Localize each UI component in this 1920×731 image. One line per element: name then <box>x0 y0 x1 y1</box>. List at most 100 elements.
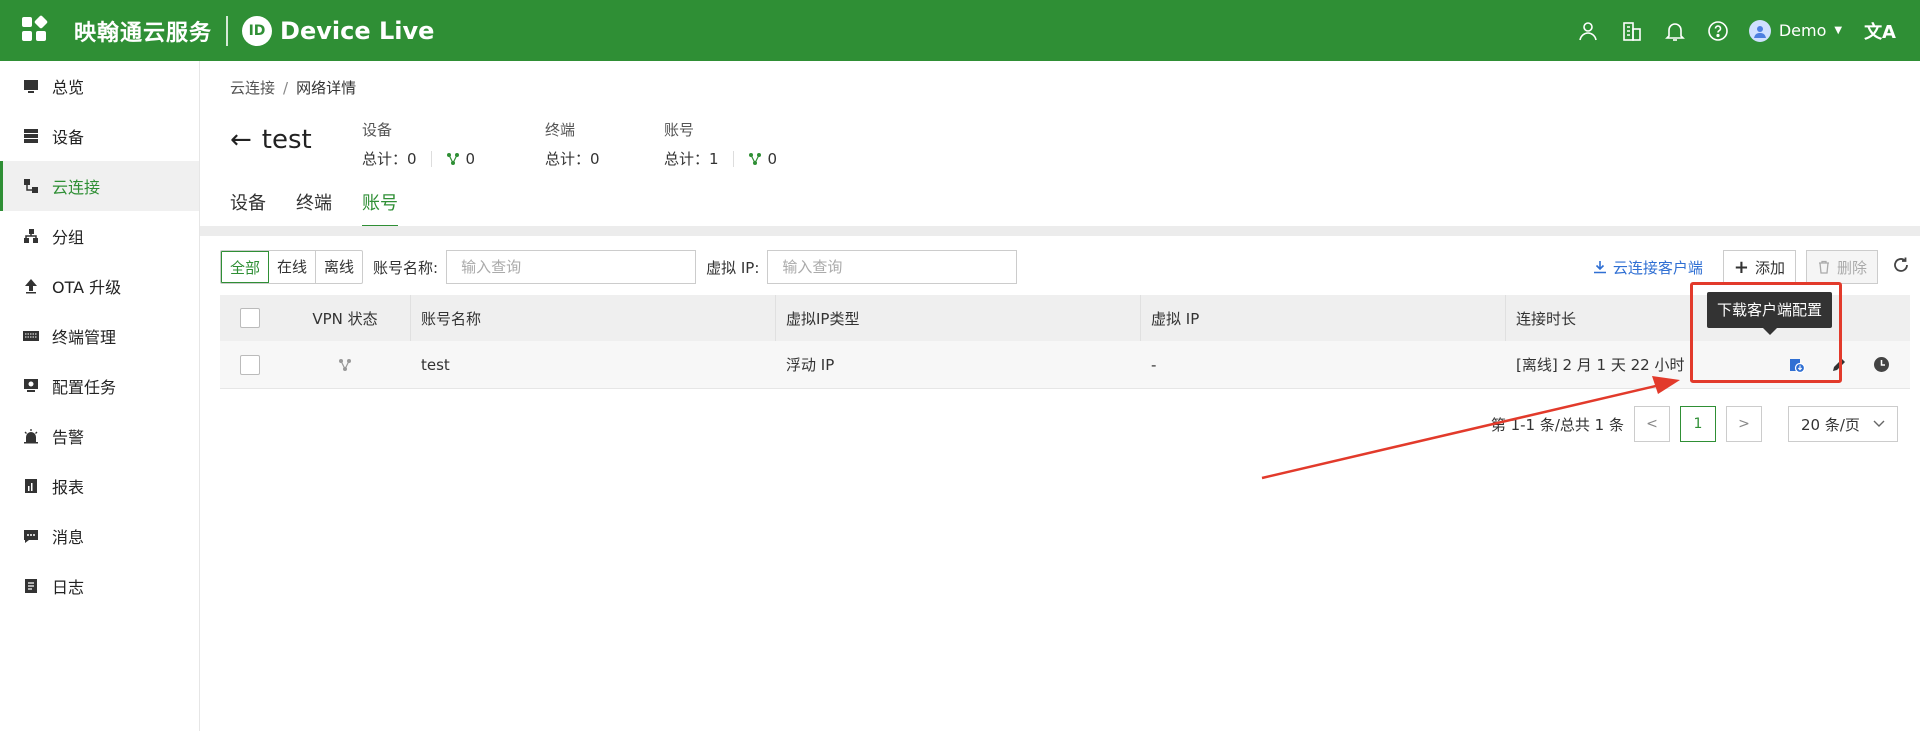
tab-devices[interactable]: 设备 <box>230 189 266 227</box>
col-account-name: 账号名称 <box>410 295 775 341</box>
page-size-select[interactable]: 20 条/页 <box>1788 406 1898 442</box>
device-stats: 设备 总计：0 0 <box>362 119 475 169</box>
building-icon[interactable] <box>1620 19 1644 43</box>
back-arrow-icon[interactable]: ← <box>230 125 252 155</box>
monitor-icon <box>22 77 40 95</box>
download-client-link[interactable]: 云连接客户端 <box>1593 257 1703 278</box>
language-icon[interactable]: 文A <box>1864 18 1896 44</box>
sidebar-item-label: 日志 <box>52 578 85 597</box>
account-stats: 账号 总计：1 0 <box>664 119 777 169</box>
sidebar-item-terminals[interactable]: 终端管理 <box>0 311 199 361</box>
col-virtual-ip: 虚拟 IP <box>1140 295 1505 341</box>
config-icon <box>22 377 40 395</box>
terminal-stats: 终端 总计：0 <box>545 119 600 169</box>
connected-icon <box>748 152 761 165</box>
app-grid-icon[interactable] <box>22 14 50 45</box>
breadcrumb-parent[interactable]: 云连接 <box>230 79 275 97</box>
accounts-table: VPN 状态 账号名称 虚拟IP类型 虚拟 IP 连接时长 test 浮动 IP… <box>220 295 1910 389</box>
sidebar-item-label: 配置任务 <box>52 378 117 397</box>
main-content: 云连接 / 网络详情 ← test 设备 总计：0 0 终端 总计：0 账号 总计：… <box>200 61 1920 731</box>
sidebar-item-devices[interactable]: 设备 <box>0 111 199 161</box>
sidebar-item-reports[interactable]: 报表 <box>0 461 199 511</box>
sidebar-item-label: 报表 <box>52 478 85 497</box>
stat-label: 终端 <box>545 121 576 139</box>
server-icon <box>22 127 40 145</box>
stat-total: 总计：0 <box>545 150 600 168</box>
prev-page-button[interactable]: < <box>1634 406 1670 442</box>
filter-offline[interactable]: 离线 <box>316 251 362 283</box>
select-all-checkbox[interactable] <box>240 308 260 328</box>
keyboard-icon <box>22 327 40 345</box>
sidebar-item-alarms[interactable]: 告警 <box>0 411 199 461</box>
delete-button-label: 删除 <box>1836 258 1867 277</box>
download-client-label: 云连接客户端 <box>1612 258 1703 277</box>
hierarchy-icon <box>22 227 40 245</box>
network-icon <box>22 177 40 195</box>
filter-online[interactable]: 在线 <box>269 251 317 283</box>
sidebar-item-logs[interactable]: 日志 <box>0 561 199 611</box>
account-name-input[interactable] <box>446 250 697 284</box>
help-icon[interactable] <box>1706 19 1730 43</box>
sidebar-item-cloud-connect[interactable]: 云连接 <box>0 161 199 211</box>
sidebar-item-label: OTA 升级 <box>52 278 122 297</box>
avatar[interactable] <box>1748 19 1771 42</box>
row-checkbox[interactable] <box>240 354 260 375</box>
row-account-name: test <box>421 355 450 374</box>
next-page-button[interactable]: > <box>1726 406 1762 442</box>
status-filter: 全部 在线 离线 <box>220 250 364 284</box>
edit-icon[interactable] <box>1830 356 1848 374</box>
add-button[interactable]: + 添加 <box>1722 250 1796 284</box>
sidebar-item-label: 终端管理 <box>52 328 117 347</box>
user-group-icon[interactable] <box>1577 19 1601 43</box>
col-vpn-status: VPN 状态 <box>312 309 378 328</box>
sidebar-item-label: 总览 <box>52 78 85 97</box>
tab-accounts[interactable]: 账号 <box>362 189 398 227</box>
brand-name-en: Device Live <box>280 16 435 45</box>
row-actions <box>1788 356 1910 374</box>
row-virtual-ip: - <box>1151 355 1157 374</box>
breadcrumb-current: 网络详情 <box>296 79 357 97</box>
filter-all[interactable]: 全部 <box>221 251 270 283</box>
stat-label: 设备 <box>362 121 393 139</box>
download-icon <box>1593 261 1606 274</box>
virtual-ip-input[interactable] <box>767 250 1018 284</box>
device-live-logo: ID <box>242 15 273 46</box>
report-icon <box>22 477 40 495</box>
sidebar-item-label: 消息 <box>52 528 85 547</box>
brand-divider <box>226 15 229 46</box>
top-bar: 映翰通云服务 ID Device Live Demo ▼ 文A <box>0 0 1920 61</box>
page-1-button[interactable]: 1 <box>1680 406 1716 442</box>
table-row[interactable]: test 浮动 IP - [离线] 2 月 1 天 22 小时 <box>220 341 1910 389</box>
sidebar-item-label: 分组 <box>52 228 85 247</box>
sidebar-item-label: 设备 <box>52 128 85 147</box>
log-icon <box>22 577 40 595</box>
sidebar-item-messages[interactable]: 消息 <box>0 511 199 561</box>
vpn-status-icon <box>339 358 351 371</box>
sidebar-item-label: 云连接 <box>52 178 101 197</box>
stat-label: 账号 <box>664 121 695 139</box>
plus-icon: + <box>1733 256 1749 278</box>
user-name[interactable]: Demo <box>1779 21 1827 40</box>
add-button-label: 添加 <box>1754 258 1785 277</box>
chevron-down-icon[interactable]: ▼ <box>1834 25 1842 36</box>
sidebar-item-overview[interactable]: 总览 <box>0 61 199 111</box>
sidebar-item-groups[interactable]: 分组 <box>0 211 199 261</box>
connected-icon <box>446 152 459 165</box>
page-header: ← test <box>230 125 312 155</box>
sidebar-item-ota[interactable]: OTA 升级 <box>0 261 199 311</box>
history-clock-icon[interactable] <box>1872 356 1890 374</box>
stat-divider <box>732 150 734 167</box>
page-title: test <box>261 125 312 155</box>
tab-terminals[interactable]: 终端 <box>296 189 332 227</box>
download-config-icon[interactable] <box>1788 356 1806 374</box>
sidebar: 总览 设备 云连接 分组 OTA 升级 终端管理 配置任务 告警 报表 消息 日… <box>0 61 200 731</box>
sidebar-item-config-tasks[interactable]: 配置任务 <box>0 361 199 411</box>
sidebar-item-label: 告警 <box>52 428 85 447</box>
stat-divider <box>430 150 432 167</box>
bell-icon[interactable] <box>1663 19 1687 43</box>
refresh-icon[interactable] <box>1892 256 1910 279</box>
table-header: VPN 状态 账号名称 虚拟IP类型 虚拟 IP 连接时长 <box>220 295 1910 341</box>
row-vip-type: 浮动 IP <box>786 356 835 374</box>
page-size-value: 20 条/页 <box>1801 415 1860 434</box>
delete-button[interactable]: 删除 <box>1805 250 1878 284</box>
